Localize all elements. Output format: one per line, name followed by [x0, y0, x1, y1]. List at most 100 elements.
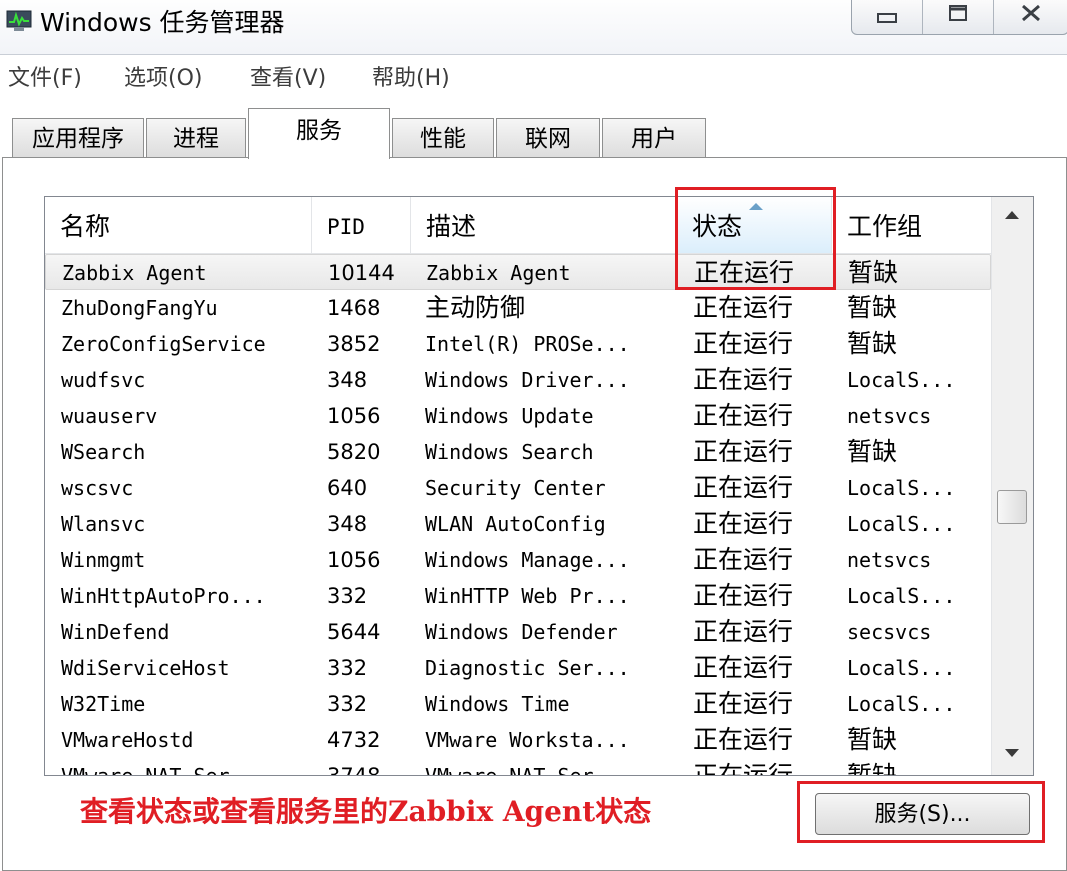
service-status: 正在运行 — [693, 329, 794, 358]
service-status: 正在运行 — [693, 653, 794, 682]
menu-view[interactable]: 查看(V) — [250, 62, 326, 96]
service-status: 正在运行 — [693, 761, 794, 776]
tab-performance[interactable]: 性能 — [392, 118, 494, 159]
tab-users[interactable]: 用户 — [602, 118, 706, 159]
service-description: 主动防御 — [425, 293, 526, 322]
scroll-up-icon[interactable] — [1005, 211, 1019, 219]
service-description: Zabbix Agent — [426, 261, 571, 285]
service-description: Windows Search — [425, 440, 594, 464]
service-name: wuauserv — [61, 404, 158, 428]
service-name: WinDefend — [61, 620, 170, 644]
service-workgroup: 暂缺 — [847, 293, 898, 322]
service-name: Wlansvc — [61, 512, 146, 536]
service-workgroup: LocalS... — [847, 584, 956, 608]
service-description: Windows Time — [425, 692, 570, 716]
service-status: 正在运行 — [693, 617, 794, 646]
menu-options[interactable]: 选项(O) — [124, 62, 202, 96]
service-pid: 1056 — [327, 404, 381, 428]
services-button[interactable]: 服务(S)... — [815, 793, 1030, 835]
column-description[interactable]: 描述 — [411, 197, 677, 253]
menu-help[interactable]: 帮助(H) — [372, 62, 450, 96]
service-workgroup: LocalS... — [847, 368, 956, 392]
close-button[interactable] — [994, 0, 1067, 34]
service-status: 正在运行 — [693, 581, 794, 610]
column-workgroup-label: 工作组 — [847, 212, 923, 241]
service-pid: 332 — [327, 584, 368, 608]
service-description: Diagnostic Ser... — [425, 656, 630, 680]
tab-services[interactable]: 服务 — [248, 108, 390, 159]
tab-strip: 应用程序 进程 服务 性能 联网 用户 — [0, 108, 1067, 159]
column-header-row: 名称 PID 描述 状态 工作组 — [45, 197, 991, 254]
service-description: VMware NAT Ser... — [425, 764, 630, 776]
table-row[interactable]: VMwareHostd 4732 VMware Worksta... 正在运行 暂缺 — [45, 722, 991, 758]
tab-networking[interactable]: 联网 — [496, 118, 600, 159]
task-manager-icon — [6, 10, 32, 31]
menu-file[interactable]: 文件(F) — [8, 62, 82, 96]
table-row[interactable]: ZeroConfigService 3852 Intel(R) PROSe... 正在… — [45, 326, 991, 362]
table-row[interactable]: VMware NAT Ser... 3748 VMware NAT Ser... 正在… — [45, 758, 991, 776]
table-row[interactable]: WinDefend 5644 Windows Defender 正在运行 secsvcs — [45, 614, 991, 650]
menu-bar: 文件(F) 选项(O) 查看(V) 帮助(H) — [0, 58, 1067, 100]
service-name: VMwareHostd — [61, 728, 194, 752]
tab-processes[interactable]: 进程 — [146, 118, 246, 159]
service-workgroup: 暂缺 — [847, 329, 898, 358]
table-row[interactable]: W32Time 332 Windows Time 正在运行 LocalS... — [45, 686, 991, 722]
service-workgroup: secsvcs — [847, 620, 932, 644]
service-pid: 1468 — [327, 296, 381, 320]
table-row[interactable]: wscsvc 640 Security Center 正在运行 LocalS... — [45, 470, 991, 506]
service-status: 正在运行 — [693, 725, 794, 754]
table-row[interactable]: WinHttpAutoPro... 332 WinHTTP Web Pr... 正在运… — [45, 578, 991, 614]
table-row[interactable]: WdiServiceHost 332 Diagnostic Ser... 正在运行 Lo… — [45, 650, 991, 686]
table-row[interactable]: Zabbix Agent 10144 Zabbix Agent 正在运行 暂缺 — [45, 254, 991, 290]
minimize-icon — [877, 13, 897, 23]
vertical-scrollbar[interactable] — [991, 197, 1033, 775]
service-description: WLAN AutoConfig — [425, 512, 606, 536]
service-description: Windows Update — [425, 404, 594, 428]
table-row[interactable]: wudfsvc 348 Windows Driver... 正在运行 LocalS... — [45, 362, 991, 398]
services-list[interactable]: 名称 PID 描述 状态 工作组 Zabbix Agent 10144 Zabbix… — [44, 196, 1034, 776]
column-name-label: 名称 — [60, 212, 111, 241]
window-title: Windows 任务管理器 — [40, 8, 285, 37]
service-workgroup: 暂缺 — [848, 258, 899, 287]
service-name: wudfsvc — [61, 368, 146, 392]
service-pid: 5644 — [327, 620, 381, 644]
tab-applications[interactable]: 应用程序 — [12, 118, 144, 159]
service-name: W32Time — [61, 692, 146, 716]
service-name: ZeroConfigService — [61, 332, 266, 356]
service-pid: 1056 — [327, 548, 381, 572]
service-workgroup: LocalS... — [847, 512, 956, 536]
service-name: WdiServiceHost — [61, 656, 230, 680]
service-status: 正在运行 — [693, 473, 794, 502]
window-controls — [851, 0, 1067, 35]
table-row[interactable]: WSearch 5820 Windows Search 正在运行 暂缺 — [45, 434, 991, 470]
minimize-button[interactable] — [852, 0, 923, 34]
column-name[interactable]: 名称 — [45, 197, 312, 253]
column-pid[interactable]: PID — [312, 197, 411, 253]
service-pid: 3852 — [327, 332, 381, 356]
service-status: 正在运行 — [693, 365, 794, 394]
service-description: WinHTTP Web Pr... — [425, 584, 630, 608]
column-workgroup[interactable]: 工作组 — [832, 197, 991, 253]
table-row[interactable]: ZhuDongFangYu 1468 主动防御 正在运行 暂缺 — [45, 290, 991, 326]
status-column-highlight — [675, 187, 836, 290]
table-row[interactable]: wuauserv 1056 Windows Update 正在运行 netsvcs — [45, 398, 991, 434]
service-name: wscsvc — [61, 476, 134, 500]
column-description-label: 描述 — [426, 212, 477, 241]
service-workgroup: netsvcs — [847, 548, 932, 572]
service-description: VMware Worksta... — [425, 728, 630, 752]
title-bar: Windows 任务管理器 — [0, 0, 1067, 55]
service-description: Windows Defender — [425, 620, 618, 644]
table-row[interactable]: Wlansvc 348 WLAN AutoConfig 正在运行 LocalS... — [45, 506, 991, 542]
service-pid: 5820 — [327, 440, 381, 464]
maximize-button[interactable] — [923, 0, 994, 34]
scrollbar-thumb[interactable] — [997, 490, 1027, 524]
service-status: 正在运行 — [693, 545, 794, 574]
service-workgroup: netsvcs — [847, 404, 932, 428]
service-description: Intel(R) PROSe... — [425, 332, 630, 356]
column-pid-label: PID — [327, 215, 365, 239]
table-row[interactable]: Winmgmt 1056 Windows Manage... 正在运行 netsvcs — [45, 542, 991, 578]
scroll-down-icon[interactable] — [1005, 749, 1019, 757]
close-icon — [1022, 4, 1040, 22]
service-pid: 348 — [327, 368, 368, 392]
service-pid: 640 — [327, 476, 368, 500]
